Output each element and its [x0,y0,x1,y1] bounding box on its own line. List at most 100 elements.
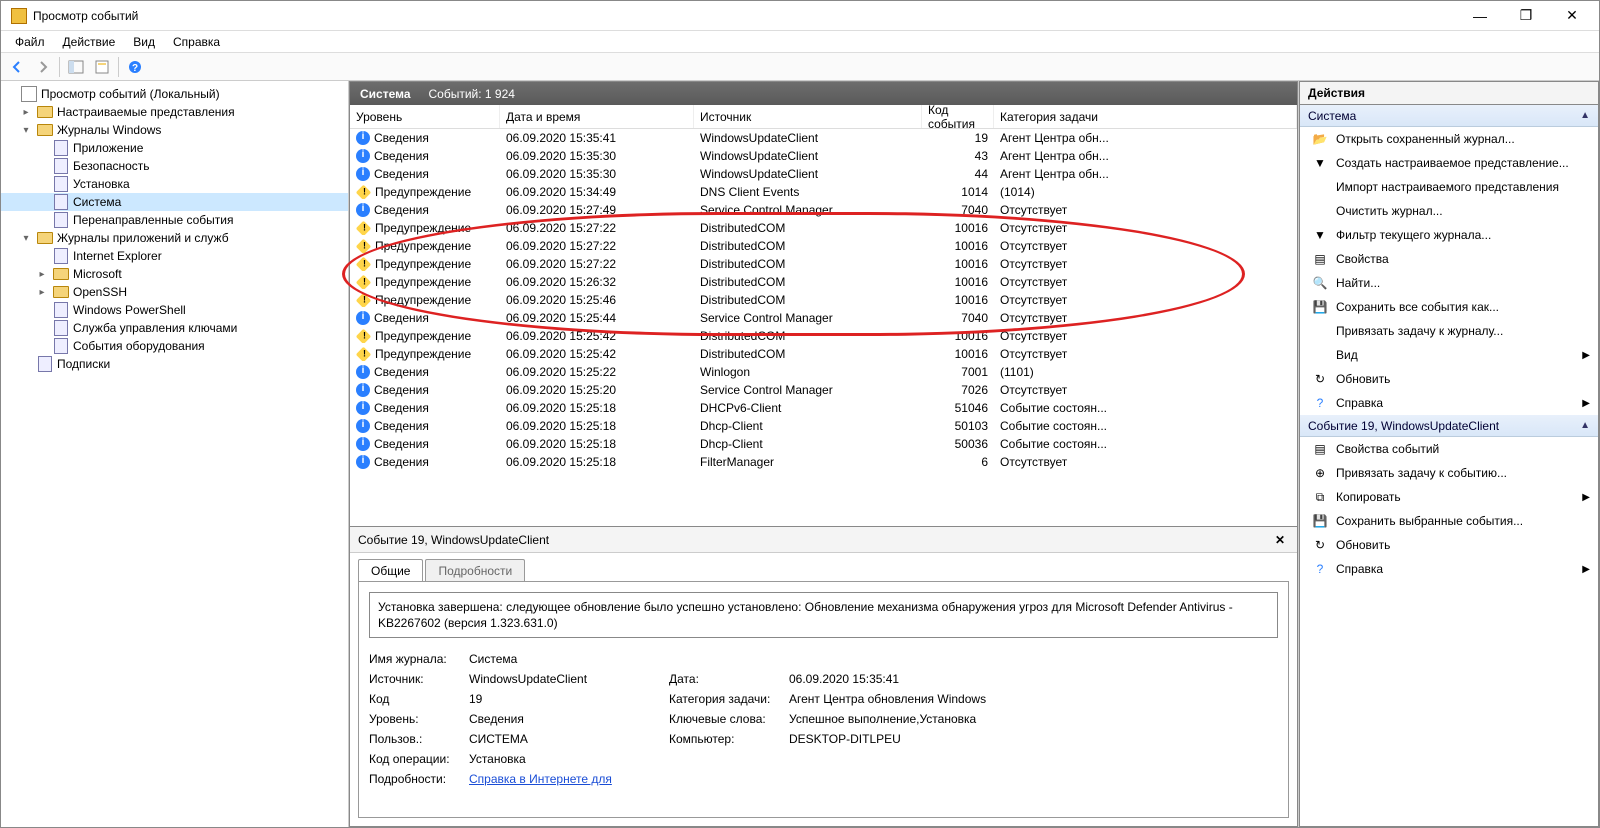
event-category: Отсутствует [994,329,1297,343]
tree-system[interactable]: Система [1,193,348,211]
tree-key-mgmt[interactable]: Служба управления ключами [1,319,348,337]
col-source[interactable]: Источник [694,105,922,128]
label-log: Имя журнала: [369,652,469,666]
tree-custom-views[interactable]: ▸Настраиваемые представления [1,103,348,121]
action-open-saved-log[interactable]: 📂Открыть сохраненный журнал... [1300,127,1598,151]
find-icon: 🔍 [1312,275,1328,291]
action-copy[interactable]: ⧉Копировать▶ [1300,485,1598,509]
tree-application[interactable]: Приложение [1,139,348,157]
event-row[interactable]: Предупреждение06.09.2020 15:27:22Distrib… [350,255,1297,273]
event-level-text: Предупреждение [375,347,471,361]
value-source: WindowsUpdateClient [469,672,669,686]
tree-pane[interactable]: Просмотр событий (Локальный) ▸Настраивае… [1,81,349,827]
action-attach-task[interactable]: Привязать задачу к журналу... [1300,319,1598,343]
tree-microsoft[interactable]: ▸Microsoft [1,265,348,283]
event-row[interactable]: Сведения06.09.2020 15:35:30WindowsUpdate… [350,147,1297,165]
event-id: 44 [922,167,994,181]
label-computer: Компьютер: [669,732,789,746]
action-save-all[interactable]: 💾Сохранить все события как... [1300,295,1598,319]
tree-openssh[interactable]: ▸OpenSSH [1,283,348,301]
action-create-view[interactable]: ▼Создать настраиваемое представление... [1300,151,1598,175]
col-date[interactable]: Дата и время [500,105,694,128]
forward-button[interactable] [31,55,55,79]
tree-subscriptions[interactable]: Подписки [1,355,348,373]
tree-label: Система [73,195,121,209]
folder-icon [37,122,53,138]
event-row[interactable]: Сведения06.09.2020 15:25:18Dhcp-Client50… [350,417,1297,435]
event-source: Service Control Manager [694,383,922,397]
menu-view[interactable]: Вид [125,33,163,51]
action-find[interactable]: 🔍Найти... [1300,271,1598,295]
tree-ie[interactable]: Internet Explorer [1,247,348,265]
close-button[interactable]: ✕ [1549,1,1595,31]
action-help2[interactable]: ?Справка▶ [1300,557,1598,581]
event-row[interactable]: Сведения06.09.2020 15:25:44Service Contr… [350,309,1297,327]
tree-root[interactable]: Просмотр событий (Локальный) [1,85,348,103]
help-button[interactable]: ? [123,55,147,79]
menu-file[interactable]: Файл [7,33,53,51]
event-row[interactable]: Предупреждение06.09.2020 15:34:49DNS Cli… [350,183,1297,201]
menu-help[interactable]: Справка [165,33,228,51]
label-opcode: Код операции: [369,752,469,766]
event-date: 06.09.2020 15:25:22 [500,365,694,379]
event-row[interactable]: Сведения06.09.2020 15:25:18DHCPv6-Client… [350,399,1297,417]
event-row[interactable]: Сведения06.09.2020 15:25:18FilterManager… [350,453,1297,471]
actions-section-system[interactable]: Система▲ [1300,105,1598,127]
col-category[interactable]: Категория задачи [994,105,1297,128]
event-row[interactable]: Предупреждение06.09.2020 15:25:42Distrib… [350,327,1297,345]
tree-setup[interactable]: Установка [1,175,348,193]
show-hide-tree-button[interactable] [64,55,88,79]
event-row[interactable]: Сведения06.09.2020 15:35:41WindowsUpdate… [350,129,1297,147]
tree-forwarded[interactable]: Перенаправленные события [1,211,348,229]
event-rows[interactable]: Сведения06.09.2020 15:35:41WindowsUpdate… [350,129,1297,526]
action-properties[interactable]: ▤Свойства [1300,247,1598,271]
tab-general[interactable]: Общие [358,559,423,582]
minimize-button[interactable]: — [1457,1,1503,31]
action-save-selected[interactable]: 💾Сохранить выбранные события... [1300,509,1598,533]
action-help[interactable]: ?Справка▶ [1300,391,1598,415]
properties-button[interactable] [90,55,114,79]
col-level[interactable]: Уровень [350,105,500,128]
log-icon [53,320,69,336]
event-id: 19 [922,131,994,145]
action-import-view[interactable]: Импорт настраиваемого представления [1300,175,1598,199]
event-row[interactable]: Предупреждение06.09.2020 15:27:22Distrib… [350,237,1297,255]
event-row[interactable]: Предупреждение06.09.2020 15:25:46Distrib… [350,291,1297,309]
action-filter[interactable]: ▼Фильтр текущего журнала... [1300,223,1598,247]
maximize-button[interactable]: ❐ [1503,1,1549,31]
action-event-attach[interactable]: ⊕Привязать задачу к событию... [1300,461,1598,485]
warning-icon [356,347,372,361]
event-id: 10016 [922,347,994,361]
close-detail-button[interactable]: ✕ [1271,531,1289,549]
menu-action[interactable]: Действие [55,33,124,51]
action-refresh[interactable]: ↻Обновить [1300,367,1598,391]
col-eventid[interactable]: Код события [922,105,994,128]
event-row[interactable]: Сведения06.09.2020 15:25:22Winlogon7001(… [350,363,1297,381]
event-category: (1101) [994,365,1297,379]
event-row[interactable]: Сведения06.09.2020 15:25:18Dhcp-Client50… [350,435,1297,453]
event-row[interactable]: Предупреждение06.09.2020 15:27:22Distrib… [350,219,1297,237]
event-row[interactable]: Сведения06.09.2020 15:35:30WindowsUpdate… [350,165,1297,183]
save-icon: 💾 [1312,299,1328,315]
tree-apps-logs[interactable]: ▾Журналы приложений и служб [1,229,348,247]
event-category: Агент Центра обн... [994,149,1297,163]
tree-security[interactable]: Безопасность [1,157,348,175]
event-row[interactable]: Предупреждение06.09.2020 15:25:42Distrib… [350,345,1297,363]
column-headers[interactable]: Уровень Дата и время Источник Код событи… [350,105,1297,129]
event-level-text: Сведения [374,455,429,469]
actions-section-event[interactable]: Событие 19, WindowsUpdateClient▲ [1300,415,1598,437]
tree-windows-logs[interactable]: ▾Журналы Windows [1,121,348,139]
tab-details[interactable]: Подробности [425,559,525,582]
back-button[interactable] [5,55,29,79]
action-view[interactable]: Вид▶ [1300,343,1598,367]
event-row[interactable]: Сведения06.09.2020 15:27:49Service Contr… [350,201,1297,219]
event-category: Отсутствует [994,239,1297,253]
action-event-props[interactable]: ▤Свойства событий [1300,437,1598,461]
action-refresh2[interactable]: ↻Обновить [1300,533,1598,557]
help-link[interactable]: Справка в Интернете для [469,772,612,786]
action-clear-log[interactable]: Очистить журнал... [1300,199,1598,223]
event-row[interactable]: Сведения06.09.2020 15:25:20Service Contr… [350,381,1297,399]
event-row[interactable]: Предупреждение06.09.2020 15:26:32Distrib… [350,273,1297,291]
tree-powershell[interactable]: Windows PowerShell [1,301,348,319]
tree-hardware[interactable]: События оборудования [1,337,348,355]
